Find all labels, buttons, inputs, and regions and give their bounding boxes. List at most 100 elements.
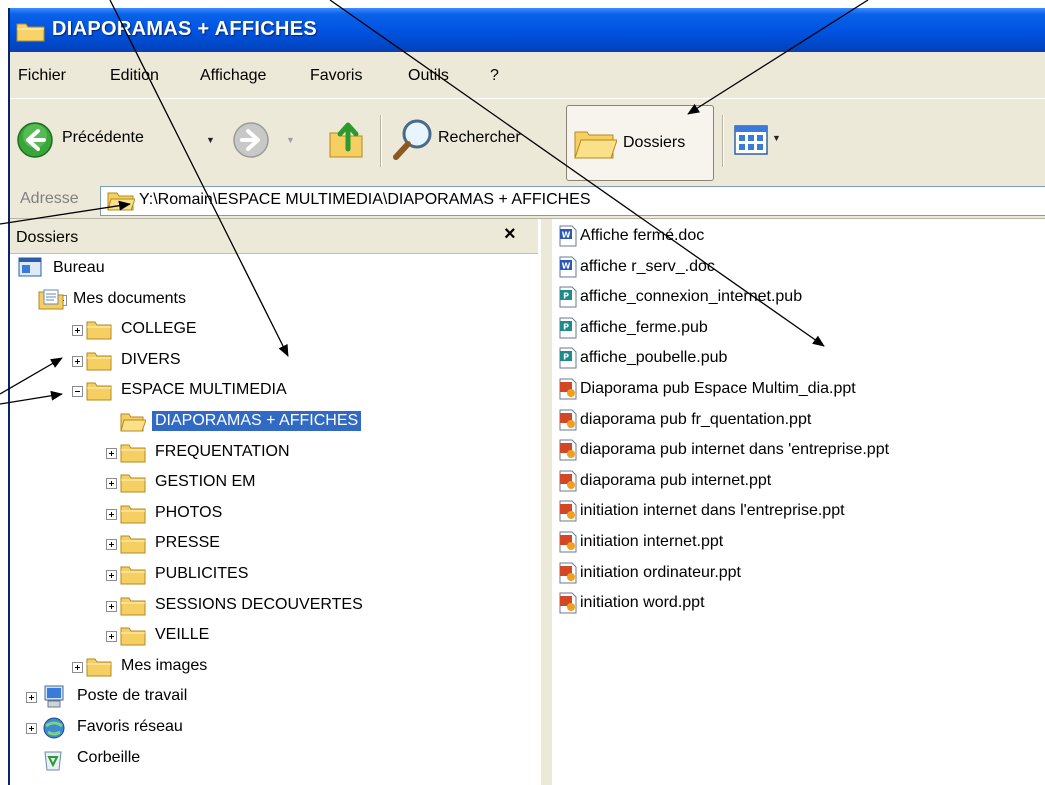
menu-fichier[interactable]: Fichier [18,67,66,85]
file-name: initiation word.ppt [580,594,705,612]
explorer-window: DIAPORAMAS + AFFICHES Fichier Edition Af… [8,8,1045,785]
tree-node-label: COLLEGE [121,320,197,338]
publisher-icon: P [558,286,578,308]
tree-node-divers[interactable]: DIVERS [10,349,538,375]
file-item[interactable]: diaporama pub internet dans 'entreprise.… [552,439,1032,463]
up-folder-icon[interactable] [328,119,366,159]
svg-text:W: W [562,231,571,240]
tree-node-mes-images[interactable]: Mes images [10,655,538,681]
file-name: initiation internet.ppt [580,533,724,550]
expand-icon[interactable] [106,570,117,581]
menu-help[interactable]: ? [490,67,499,85]
folders-button[interactable]: Dossiers [566,105,714,181]
file-item[interactable]: Paffiche_connexion_internet.pub [552,286,1032,310]
search-button[interactable]: Rechercher [390,117,560,163]
file-list: W Affiche fermé.doc Waffiche r_serv_.doc Pa… [552,219,1045,785]
file-item[interactable]: Waffiche r_serv_.doc [552,256,1032,280]
search-label: Rechercher [438,129,521,146]
file-item[interactable]: initiation word.ppt [552,592,1032,616]
tree-node-corbeille[interactable]: Corbeille [10,747,538,773]
powerpoint-icon [558,500,578,522]
expand-icon[interactable] [26,692,37,704]
file-item[interactable]: diaporama pub internet.ppt [552,470,1032,494]
file-item[interactable]: Paffiche_poubelle.pub [552,347,1032,371]
forward-dropdown-icon[interactable]: ▼ [286,135,295,145]
tree-node-favoris-r-seau[interactable]: Favoris réseau [10,716,538,742]
collapse-icon[interactable] [72,386,83,398]
address-input[interactable]: Y:\Romain\ESPACE MULTIMEDIA\DIAPORAMAS +… [100,186,1045,216]
open-folder-icon [120,410,147,437]
powerpoint-icon [558,378,578,400]
expand-icon[interactable] [106,539,117,551]
tree-node-label: Favoris réseau [77,718,183,735]
computer-icon [42,685,66,714]
tree-node-label: PRESSE [155,534,220,552]
file-item[interactable]: W Affiche fermé.doc [552,225,1032,249]
folder-icon [86,349,112,376]
file-name: initiation internet dans l'entreprise.pp… [580,502,845,520]
publisher-icon: P [558,317,578,339]
file-item[interactable]: diaporama pub fr_quentation.ppt [552,409,1032,433]
expand-icon[interactable] [106,478,117,490]
tree-node-veille[interactable]: VEILLE [10,624,538,650]
tree-node-mes-documents[interactable]: Mes documents [10,288,538,314]
expand-icon[interactable] [26,723,37,734]
expand-icon[interactable] [106,447,117,459]
expand-icon[interactable] [72,661,83,673]
tree-node-bureau[interactable]: Bureau [10,257,538,283]
file-name: diaporama pub fr_quentation.ppt [580,410,812,428]
toolbar: Précédente ▼ ▼ Rechercher Dossiers ▼ [10,98,1045,184]
tree-node-college[interactable]: COLLEGE [10,318,538,344]
file-item[interactable]: Paffiche_ferme.pub [552,317,1032,341]
title-bar[interactable]: DIAPORAMAS + AFFICHES [10,8,1045,52]
file-item[interactable]: initiation internet dans l'entreprise.pp… [552,500,1032,524]
file-item[interactable]: Diaporama pub Espace Multim_dia.ppt [552,378,1032,402]
powerpoint-icon [558,531,578,553]
forward-arrow-icon [233,122,269,158]
folders-pane-header: Dossiers × [10,219,538,254]
back-arrow-icon [17,122,53,158]
tree-node-gestion-em[interactable]: GESTION EM [10,471,538,497]
recycle-bin-icon [42,747,64,776]
tree-node-photos[interactable]: PHOTOS [10,502,538,528]
menu-edition[interactable]: Edition [110,67,159,85]
tree-node-frequentation[interactable]: FREQUENTATION [10,441,538,467]
expand-icon[interactable] [72,355,83,367]
tree-node-espace-multimedia[interactable]: ESPACE MULTIMEDIA [10,379,538,405]
menu-bar: Fichier Edition Affichage Favoris Outils… [10,52,1045,99]
tree-node-presse[interactable]: PRESSE [10,532,538,558]
forward-button[interactable]: ▼ [228,119,308,161]
views-icon [734,125,768,155]
close-icon[interactable]: × [504,223,516,246]
tree-node-diaporamas-affiches[interactable]: DIAPORAMAS + AFFICHES [10,410,538,436]
back-dropdown-icon[interactable]: ▼ [206,135,215,145]
menu-affichage[interactable]: Affichage [200,67,266,85]
back-button[interactable]: Précédente ▼ [14,119,224,161]
expand-icon[interactable] [106,600,117,612]
menu-favoris[interactable]: Favoris [310,67,362,85]
folders-pane: Dossiers × Bureau Mes documents COLLEGE DIV… [10,219,540,785]
file-item[interactable]: initiation internet.ppt [552,531,1032,555]
tree-node-label: SESSIONS DECOUVERTES [155,595,363,613]
views-dropdown-icon[interactable]: ▼ [772,133,781,143]
file-name: affiche_ferme.pub [580,318,708,336]
expand-icon[interactable] [106,631,117,643]
address-bar: Adresse Y:\Romain\ESPACE MULTIMEDIA\DIAP… [10,182,1045,219]
file-item[interactable]: initiation ordinateur.ppt [552,562,1032,586]
expand-icon[interactable] [106,508,117,520]
svg-text:P: P [563,292,569,301]
folder-icon [120,532,146,559]
powerpoint-icon [558,562,578,584]
expand-icon[interactable] [72,325,83,337]
menu-outils[interactable]: Outils [408,67,449,85]
address-folder-icon [107,192,135,211]
views-button[interactable]: ▼ [732,121,792,161]
tree-node-poste-de-travail[interactable]: Poste de travail [10,685,538,711]
tree-node-label: Bureau [53,259,105,276]
tree-node-sessions-decouvertes[interactable]: SESSIONS DECOUVERTES [10,594,538,620]
tree-node-publicites[interactable]: PUBLICITES [10,563,538,589]
tree-node-label: Mes documents [73,289,186,307]
toolbar-separator [380,115,381,167]
file-name: diaporama pub internet dans 'entreprise.… [580,441,890,459]
folder-icon [120,563,146,590]
